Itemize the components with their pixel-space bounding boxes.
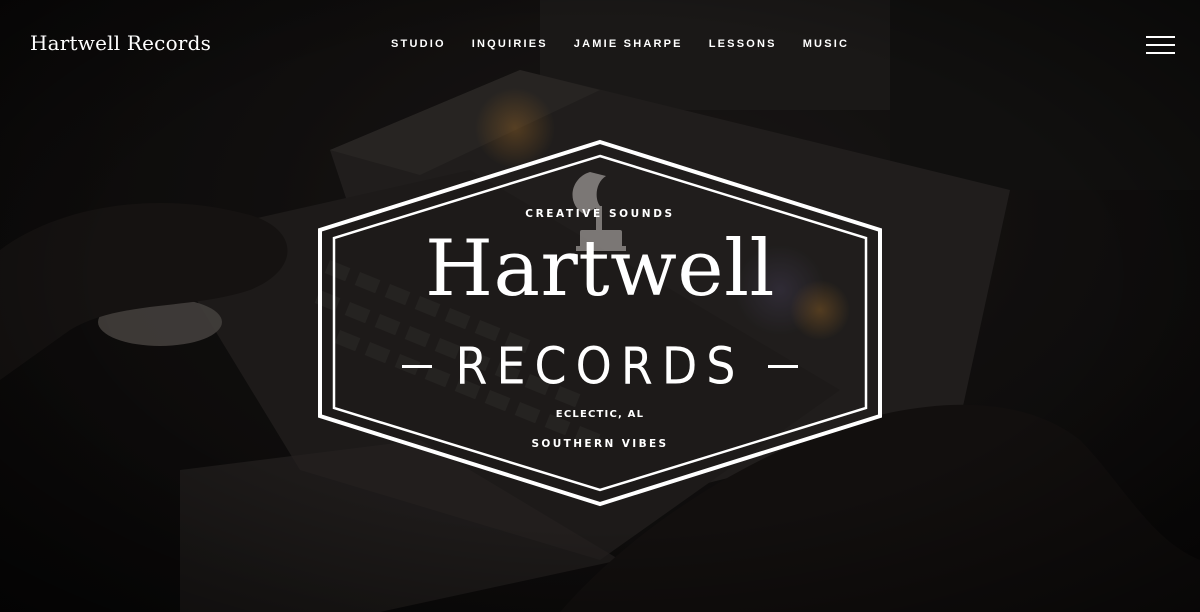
hamburger-menu-icon[interactable] bbox=[1146, 35, 1175, 55]
logo-tagline-bottom: SOUTHERN VIBES bbox=[531, 438, 669, 450]
site-title-link[interactable]: Hartwell Records bbox=[30, 31, 211, 55]
logo-name: Hartwell bbox=[425, 224, 775, 314]
logo-subname-row: RECORDS bbox=[314, 336, 886, 396]
nav-link-music[interactable]: MUSIC bbox=[803, 38, 849, 50]
logo-subname: RECORDS bbox=[455, 336, 745, 396]
logo-dash-left bbox=[401, 364, 432, 368]
nav-link-studio[interactable]: STUDIO bbox=[391, 38, 446, 50]
hartwell-records-logo: CREATIVE SOUNDS Hartwell RECORDS ECLECTI… bbox=[314, 138, 886, 508]
nav-link-lessons[interactable]: LESSONS bbox=[709, 38, 777, 50]
main-nav: STUDIO INQUIRIES JAMIE SHARPE LESSONS MU… bbox=[391, 38, 875, 50]
logo-tagline-top: CREATIVE SOUNDS bbox=[525, 208, 675, 220]
nav-link-jamie-sharpe[interactable]: JAMIE SHARPE bbox=[574, 38, 683, 50]
site-header: Hartwell Records STUDIO INQUIRIES JAMIE … bbox=[0, 0, 1200, 90]
logo-dash-right bbox=[768, 364, 799, 368]
nav-link-inquiries[interactable]: INQUIRIES bbox=[472, 38, 548, 50]
logo-location: ECLECTIC, AL bbox=[555, 409, 645, 420]
